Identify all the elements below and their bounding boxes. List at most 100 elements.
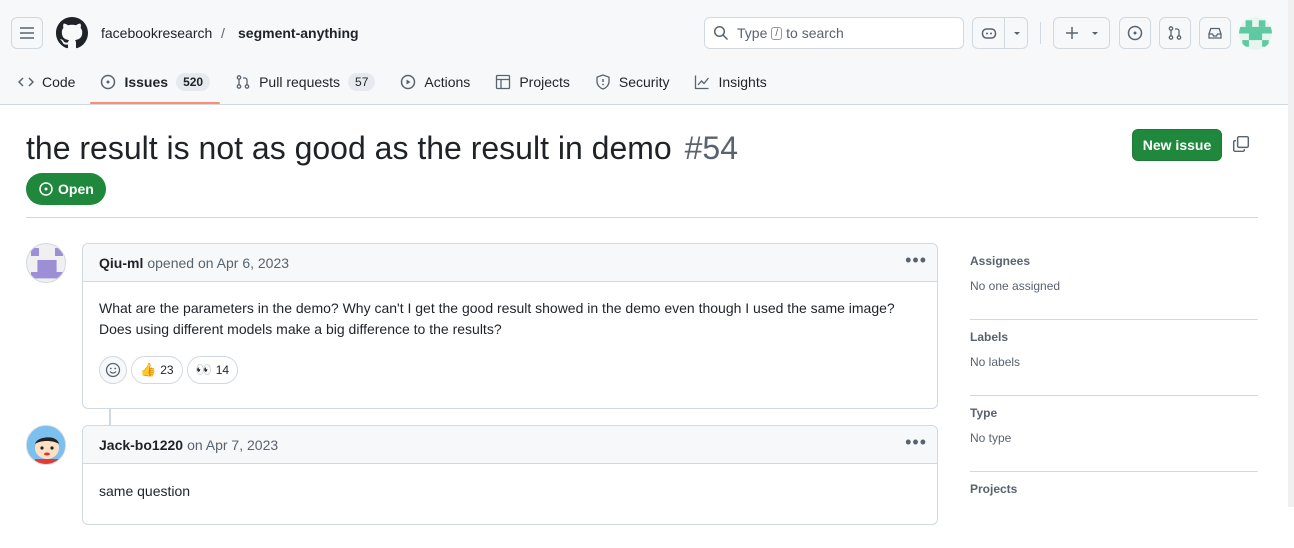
issues-shortcut-button[interactable] bbox=[1119, 17, 1151, 49]
inbox-button[interactable] bbox=[1199, 17, 1231, 49]
global-header: facebookresearch / segment-anything Type… bbox=[0, 0, 1294, 105]
user-avatar[interactable] bbox=[1239, 17, 1272, 50]
tab-insights[interactable]: Insights bbox=[686, 68, 774, 96]
thumbs-up-icon: 👍 bbox=[140, 362, 157, 377]
scrollbar[interactable] bbox=[1288, 0, 1294, 507]
comment-meta[interactable]: opened on Apr 6, 2023 bbox=[147, 255, 289, 271]
comment-body: What are the parameters in the demo? Why… bbox=[83, 282, 937, 356]
sidebar-section-title: Labels bbox=[970, 330, 1009, 344]
comment: Jack-bo1220 on Apr 7, 2023 ••• same ques… bbox=[82, 425, 938, 525]
breadcrumb-separator: / bbox=[221, 25, 225, 41]
sidebar-assignees[interactable]: Assignees No one assigned bbox=[970, 244, 1258, 320]
git-pull-request-icon bbox=[236, 75, 250, 89]
identicon-avatar bbox=[31, 248, 63, 279]
status-text: Open bbox=[58, 181, 94, 197]
hamburger-icon bbox=[20, 27, 34, 39]
issue-title: the result is not as good as the result … bbox=[26, 128, 738, 168]
comment-author[interactable]: Qiu-ml bbox=[99, 255, 143, 271]
sidebar-section-title: Projects bbox=[970, 482, 1018, 496]
avatar[interactable] bbox=[26, 243, 66, 283]
reaction-thumbs-up[interactable]: 👍 23 bbox=[131, 356, 183, 384]
identicon-avatar bbox=[1239, 20, 1272, 47]
tab-label: Actions bbox=[424, 74, 471, 90]
add-reaction-button[interactable] bbox=[99, 356, 127, 384]
reaction-count: 14 bbox=[215, 363, 230, 377]
tab-label: Code bbox=[42, 74, 76, 90]
issue-opened-icon bbox=[101, 74, 116, 90]
tab-projects[interactable]: Projects bbox=[487, 68, 578, 96]
git-pull-request-icon bbox=[1168, 26, 1182, 40]
eyes-icon: 👀 bbox=[195, 362, 212, 377]
sidebar-section-value: No one assigned bbox=[970, 279, 1061, 293]
sidebar-labels[interactable]: Labels No labels bbox=[970, 320, 1258, 396]
avatar[interactable] bbox=[26, 425, 66, 465]
plus-icon bbox=[1065, 27, 1078, 39]
search-icon bbox=[713, 25, 729, 41]
kebab-menu-icon[interactable]: ••• bbox=[905, 251, 927, 269]
comment-body-line: Does using different models make a big d… bbox=[99, 321, 502, 337]
inbox-icon bbox=[1208, 27, 1222, 39]
tab-label: Security bbox=[618, 74, 670, 90]
pull-requests-shortcut-button[interactable] bbox=[1159, 17, 1191, 49]
comment-header: Jack-bo1220 on Apr 7, 2023 ••• bbox=[83, 426, 937, 464]
breadcrumb-owner[interactable]: facebookresearch bbox=[101, 24, 212, 42]
copy-link-button[interactable] bbox=[1232, 135, 1250, 158]
tab-pull-requests[interactable]: Pull requests 57 bbox=[227, 68, 383, 96]
graph-icon bbox=[695, 75, 710, 90]
sidebar-projects[interactable]: Projects bbox=[970, 472, 1258, 548]
cartoon-avatar bbox=[27, 426, 65, 464]
copy-icon bbox=[1232, 135, 1250, 153]
tab-actions[interactable]: Actions bbox=[392, 68, 478, 96]
new-issue-button[interactable]: New issue bbox=[1132, 129, 1222, 161]
timeline-connector bbox=[109, 408, 111, 426]
comment-body-line: same question bbox=[99, 483, 191, 499]
issues-count: 520 bbox=[176, 73, 211, 91]
tab-label: Pull requests bbox=[259, 74, 341, 90]
comment-body-line: What are the parameters in the demo? Why… bbox=[99, 300, 895, 316]
create-new-button[interactable] bbox=[1053, 17, 1110, 49]
tab-security[interactable]: Security bbox=[587, 68, 678, 96]
tab-issues[interactable]: Issues 520 bbox=[90, 68, 220, 104]
sidebar-section-value: No type bbox=[970, 431, 1012, 445]
comment-author[interactable]: Jack-bo1220 bbox=[99, 437, 183, 453]
issue-title-text: the result is not as good as the result … bbox=[26, 130, 672, 166]
copilot-icon bbox=[981, 28, 997, 39]
comment-meta[interactable]: on Apr 7, 2023 bbox=[187, 437, 278, 453]
pull-requests-count: 57 bbox=[348, 73, 376, 91]
chevron-down-icon bbox=[1091, 32, 1098, 35]
chevron-down-icon[interactable] bbox=[1012, 28, 1022, 38]
issue-opened-icon bbox=[39, 182, 53, 196]
sidebar-section-title: Type bbox=[970, 406, 998, 420]
play-icon bbox=[401, 74, 416, 90]
tab-code[interactable]: Code bbox=[10, 68, 83, 96]
breadcrumb-repo[interactable]: segment-anything bbox=[238, 24, 359, 42]
reactions: 👍 23 👀 14 bbox=[83, 356, 937, 400]
menu-button[interactable] bbox=[11, 17, 43, 49]
tab-label: Projects bbox=[519, 74, 570, 90]
search-prefix: Type bbox=[737, 25, 768, 41]
search-input[interactable]: Type / to search bbox=[704, 17, 964, 49]
kebab-menu-icon[interactable]: ••• bbox=[905, 433, 927, 451]
header-divider bbox=[26, 217, 1258, 218]
code-icon bbox=[18, 77, 34, 87]
repo-tabs: Code Issues 520 Pull requests 57 Actions… bbox=[10, 68, 784, 104]
tab-label: Insights bbox=[718, 74, 767, 90]
search-shortcut-key: / bbox=[771, 26, 783, 40]
reaction-eyes[interactable]: 👀 14 bbox=[186, 356, 239, 384]
status-badge: Open bbox=[26, 173, 106, 205]
copilot-button[interactable] bbox=[972, 17, 1028, 49]
issue-opened-icon bbox=[1127, 25, 1143, 41]
sidebar-section-title: Assignees bbox=[970, 254, 1031, 268]
comment-body: same question bbox=[83, 464, 937, 518]
comment: Qiu-ml opened on Apr 6, 2023 ••• What ar… bbox=[82, 243, 938, 409]
sidebar-section-value: No labels bbox=[970, 355, 1021, 369]
table-icon bbox=[496, 74, 511, 90]
comment-header: Qiu-ml opened on Apr 6, 2023 ••• bbox=[83, 244, 937, 282]
shield-icon bbox=[596, 74, 610, 90]
github-logo-icon[interactable] bbox=[56, 17, 88, 54]
issue-number: #54 bbox=[684, 130, 738, 166]
sidebar-type[interactable]: Type No type bbox=[970, 396, 1258, 472]
tab-label: Issues bbox=[124, 74, 169, 90]
reaction-count: 23 bbox=[160, 363, 174, 377]
search-suffix: to search bbox=[786, 25, 844, 41]
